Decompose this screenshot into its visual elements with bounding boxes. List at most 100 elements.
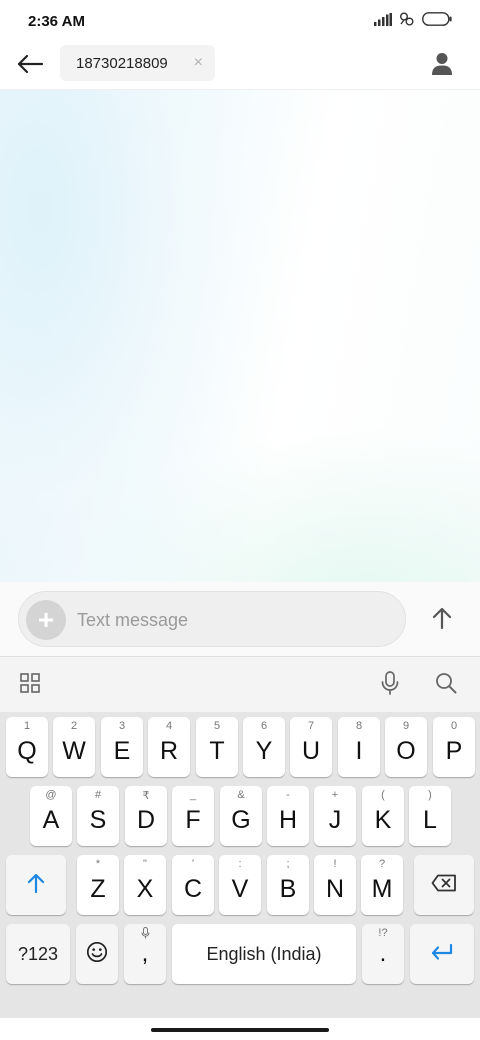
key-hint: #: [94, 789, 102, 801]
key-letter: Z: [90, 875, 106, 903]
apps-grid-button[interactable]: [14, 669, 46, 701]
key-letter: Q: [17, 737, 37, 765]
key-hint: 7: [307, 720, 315, 732]
key-letter: B: [279, 875, 297, 903]
key-k[interactable]: (K: [362, 786, 404, 846]
key-g[interactable]: & G: [220, 786, 262, 846]
key-y[interactable]: 6Y: [243, 717, 285, 777]
key-letter: S: [89, 806, 107, 834]
key-m[interactable]: ? M: [361, 855, 403, 915]
key-o[interactable]: 9O: [385, 717, 427, 777]
key-letter: I: [355, 737, 363, 765]
key-z[interactable]: * Z: [77, 855, 119, 915]
keyboard-search-button[interactable]: [430, 669, 462, 701]
key-letter: T: [209, 737, 225, 765]
backspace-key[interactable]: [414, 855, 474, 915]
key-x[interactable]: " X: [124, 855, 166, 915]
key-hint: +: [331, 789, 339, 801]
key-l[interactable]: ) L: [409, 786, 451, 846]
key-letter: Y: [255, 737, 273, 765]
key-c[interactable]: ' C: [172, 855, 214, 915]
emoji-key[interactable]: [76, 924, 118, 984]
key-hint: 1: [23, 720, 31, 732]
key-hint: 9: [402, 720, 410, 732]
status-time: 2:36 AM: [28, 13, 85, 30]
key-hint: *: [95, 858, 101, 870]
space-key-label: English (India): [206, 943, 322, 964]
key-hint: ?: [378, 858, 386, 870]
key-letter: M: [371, 875, 393, 903]
key-i[interactable]: 8I: [338, 717, 380, 777]
space-key[interactable]: English (India): [172, 924, 356, 984]
key-r[interactable]: 4R: [148, 717, 190, 777]
key-letter: F: [185, 806, 201, 834]
key-hint: (: [381, 789, 385, 801]
key-letter: U: [301, 737, 321, 765]
key-hint: 6: [260, 720, 268, 732]
status-icons: [374, 12, 452, 31]
key-u[interactable]: 7U: [290, 717, 332, 777]
key-v[interactable]: :V: [219, 855, 261, 915]
key-letter: E: [113, 737, 131, 765]
key-q[interactable]: 1Q: [6, 717, 48, 777]
key-letter: W: [62, 737, 86, 765]
key-hint: 0: [450, 720, 458, 732]
key-hint: 8: [355, 720, 363, 732]
conversation-header: 18730218809 ×: [0, 42, 480, 90]
key-t[interactable]: 5T: [196, 717, 238, 777]
key-letter: J: [328, 806, 342, 834]
key-w[interactable]: 2W: [53, 717, 95, 777]
search-icon: [435, 672, 457, 699]
key-letter: P: [445, 737, 463, 765]
navigation-bar: [0, 1018, 480, 1040]
back-arrow-icon: [16, 54, 44, 79]
key-hint: ": [143, 858, 147, 870]
plus-icon: +: [37, 604, 55, 635]
key-p[interactable]: 0P: [433, 717, 475, 777]
comma-mic-icon: [124, 927, 166, 942]
key-n[interactable]: ! N: [314, 855, 356, 915]
recipient-chip[interactable]: 18730218809 ×: [60, 45, 215, 81]
home-indicator[interactable]: [151, 1028, 329, 1032]
enter-key[interactable]: [410, 924, 474, 984]
status-bar: 2:36 AM: [0, 0, 480, 42]
comma-key[interactable]: ,: [124, 924, 166, 984]
comma-key-label: ,: [141, 940, 149, 967]
message-input[interactable]: [77, 606, 377, 634]
key-a[interactable]: @ A: [30, 786, 72, 846]
key-letter: N: [325, 875, 345, 903]
key-hint: 2: [70, 720, 78, 732]
key-hint: ;: [286, 858, 290, 870]
key-e[interactable]: 3E: [101, 717, 143, 777]
key-h[interactable]: -H: [267, 786, 309, 846]
key-j[interactable]: + J: [314, 786, 356, 846]
key-hint: 5: [213, 720, 221, 732]
back-button[interactable]: [12, 50, 48, 82]
message-field[interactable]: +: [18, 591, 406, 647]
key-s[interactable]: # S: [77, 786, 119, 846]
enter-icon: [430, 943, 454, 966]
key-b[interactable]: ; B: [267, 855, 309, 915]
shift-key[interactable]: [6, 855, 66, 915]
key-hint: ): [428, 789, 432, 801]
key-f[interactable]: _ F: [172, 786, 214, 846]
battery-icon: [422, 12, 452, 31]
key-d[interactable]: ₹ D: [125, 786, 167, 846]
key-letter: X: [136, 875, 154, 903]
voice-input-button[interactable]: [374, 669, 406, 701]
add-attachment-button[interactable]: +: [26, 600, 66, 640]
compose-bar: +: [0, 582, 480, 656]
key-hint: -: [286, 789, 290, 801]
key-letter: O: [396, 737, 416, 765]
key-hint: 4: [165, 720, 173, 732]
remove-recipient-button[interactable]: ×: [194, 54, 203, 72]
contact-button[interactable]: [426, 50, 458, 82]
symbols-key[interactable]: ?123: [6, 924, 70, 984]
key-hint: ₹: [142, 790, 150, 802]
symbols-key-label: ?123: [17, 943, 59, 964]
key-hint: _: [189, 789, 197, 801]
contact-person-icon: [431, 52, 453, 81]
send-button[interactable]: [424, 602, 460, 638]
send-arrow-icon: [432, 607, 452, 634]
period-key[interactable]: !? .: [362, 924, 404, 984]
